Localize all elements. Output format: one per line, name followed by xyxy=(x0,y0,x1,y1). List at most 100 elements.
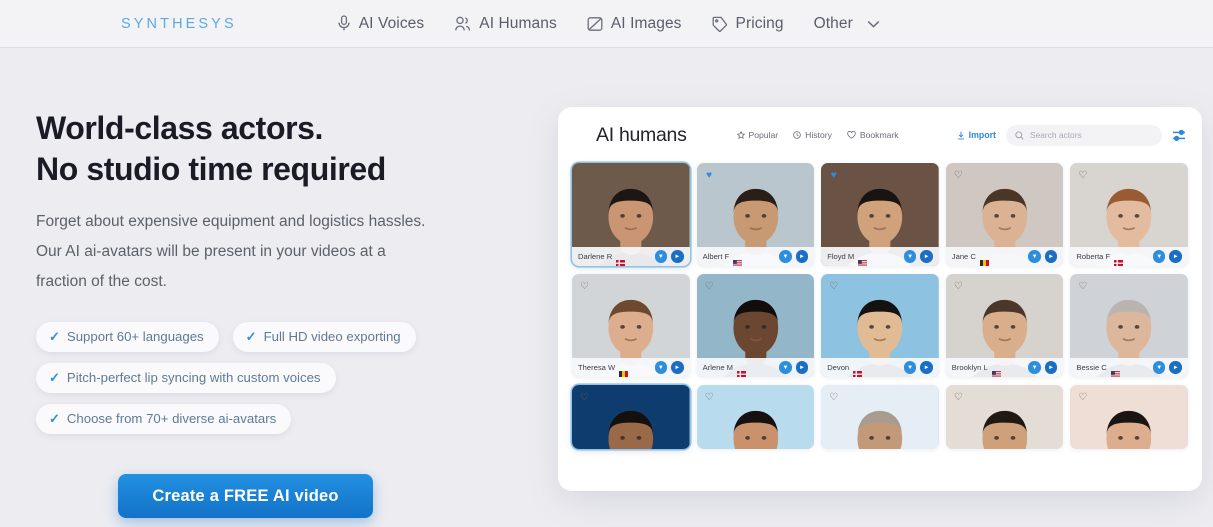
feature-pill: ✓ Support 60+ languages xyxy=(36,322,219,352)
tab-label: History xyxy=(805,130,832,140)
nav-item-ai-voices[interactable]: AI Voices xyxy=(337,15,425,33)
download-actor-button[interactable]: ▼ xyxy=(903,361,917,374)
play-actor-button[interactable]: ► xyxy=(795,250,809,263)
waveform-icon xyxy=(76,10,108,36)
flag-be-icon xyxy=(979,259,989,266)
download-actor-button[interactable]: ▼ xyxy=(1028,250,1041,263)
nav-label: AI Voices xyxy=(358,14,425,32)
clock-icon xyxy=(793,131,801,139)
favorite-heart-icon[interactable]: ♡ xyxy=(703,391,716,404)
actor-card[interactable]: ♡ Roberta F ▼ ► xyxy=(1070,163,1188,266)
favorite-heart-icon[interactable]: ♡ xyxy=(1076,280,1089,293)
download-actor-button[interactable]: ▼ xyxy=(1152,250,1166,263)
favorite-heart-icon[interactable]: ♡ xyxy=(827,280,840,293)
actor-card[interactable]: ♡ xyxy=(945,385,1064,449)
actor-card[interactable]: ♡ Darlene R ▼ ► xyxy=(572,163,690,266)
favorite-heart-icon[interactable]: ♡ xyxy=(952,280,965,293)
download-actor-button[interactable]: ▼ xyxy=(903,250,917,263)
people-icon xyxy=(455,16,471,30)
play-actor-button[interactable]: ► xyxy=(920,361,933,374)
actor-card-footer: Albert F ▼ ► xyxy=(696,247,815,266)
actor-name: Roberta F xyxy=(1076,252,1111,261)
favorite-heart-icon[interactable]: ♡ xyxy=(578,391,591,404)
download-actor-button[interactable]: ▼ xyxy=(779,250,792,263)
play-actor-button[interactable]: ► xyxy=(671,361,684,374)
search-actors-input[interactable]: Search actors xyxy=(1006,124,1162,146)
play-actor-button[interactable]: ► xyxy=(1044,361,1058,374)
nav-item-other[interactable]: Other xyxy=(814,15,880,33)
page-title: World-class actors. No studio time requi… xyxy=(36,108,506,190)
actor-card[interactable]: ♡ xyxy=(1070,385,1188,449)
actor-card-footer: Floyd M ▼ ► xyxy=(821,247,939,266)
actor-name: Albert F xyxy=(702,252,730,261)
heart-icon xyxy=(847,131,856,139)
actor-card[interactable]: ♡ xyxy=(821,385,939,449)
actor-card-buttons: ▼ ► xyxy=(654,361,684,374)
tab-popular[interactable]: Popular xyxy=(736,130,779,140)
tab-label: Bookmark xyxy=(859,130,899,140)
flag-us-icon xyxy=(1110,370,1120,377)
actor-card[interactable]: ♥ Albert F ▼ ► xyxy=(696,163,815,266)
download-actor-button[interactable]: ▼ xyxy=(654,250,668,263)
play-actor-button[interactable]: ► xyxy=(1169,250,1182,263)
actor-name: Bessie C xyxy=(1076,363,1107,372)
ai-humans-app-mockup: AI humans Popular History Bookmark Impor… xyxy=(558,107,1202,491)
actor-flag xyxy=(1110,364,1120,377)
actor-card[interactable]: ♡ Theresa W ▼ ► xyxy=(572,274,690,377)
favorite-heart-icon[interactable]: ♡ xyxy=(1076,169,1089,182)
favorite-heart-icon[interactable]: ♡ xyxy=(1076,391,1089,404)
actor-card-footer: Arlene M ▼ ► xyxy=(696,358,815,377)
image-icon xyxy=(587,16,603,31)
tab-label: Popular xyxy=(748,130,779,140)
favorite-heart-icon[interactable]: ♡ xyxy=(703,280,716,293)
play-actor-button[interactable]: ► xyxy=(795,361,809,374)
feature-pill-row: ✓ Choose from 70+ diverse ai-avatars xyxy=(36,404,506,434)
actor-card[interactable]: ♡ Bessie C ▼ ► xyxy=(1070,274,1188,377)
actor-card[interactable]: ♡ Brooklyn L ▼ ► xyxy=(945,274,1064,377)
download-actor-button[interactable]: ▼ xyxy=(779,361,792,374)
favorite-heart-icon[interactable]: ♡ xyxy=(952,169,965,182)
favorite-heart-icon[interactable]: ♡ xyxy=(578,169,591,182)
search-placeholder: Search actors xyxy=(1030,130,1082,140)
hero-section: World-class actors. No studio time requi… xyxy=(36,108,506,297)
actor-card-footer: Brooklyn L ▼ ► xyxy=(945,358,1064,377)
headline-line-2: No studio time required xyxy=(36,151,386,187)
import-button[interactable]: Import xyxy=(957,130,996,140)
favorite-heart-icon[interactable]: ♡ xyxy=(827,391,840,404)
favorite-heart-icon[interactable]: ♥ xyxy=(827,169,840,182)
mockup-title: AI humans xyxy=(596,123,687,146)
actor-card[interactable]: ♡ xyxy=(696,385,815,449)
actor-card[interactable]: ♡ Arlene M ▼ ► xyxy=(696,274,815,377)
favorite-heart-icon[interactable]: ♡ xyxy=(578,280,591,293)
play-actor-button[interactable]: ► xyxy=(920,250,933,263)
actor-flag xyxy=(736,364,746,377)
brand-logo[interactable]: SYNTHESYS xyxy=(76,10,237,37)
download-actor-button[interactable]: ▼ xyxy=(1152,361,1166,374)
play-actor-button[interactable]: ► xyxy=(671,250,684,263)
flag-dk-icon xyxy=(616,259,626,266)
actor-flag xyxy=(858,253,868,266)
actor-flag xyxy=(733,253,743,266)
favorite-heart-icon[interactable]: ♥ xyxy=(703,169,716,182)
actor-card-buttons: ▼ ► xyxy=(1152,250,1182,263)
nav-item-ai-humans[interactable]: AI Humans xyxy=(454,15,557,33)
tab-bookmark[interactable]: Bookmark xyxy=(847,130,899,140)
actor-card[interactable]: ♡ Jane C ▼ ► xyxy=(945,163,1064,266)
tab-history[interactable]: History xyxy=(793,130,832,140)
actor-name: Brooklyn L xyxy=(951,363,988,372)
nav-item-ai-images[interactable]: AI Images xyxy=(587,15,682,33)
play-actor-button[interactable]: ► xyxy=(1044,250,1058,263)
nav-item-pricing[interactable]: Pricing xyxy=(712,15,784,33)
actor-card[interactable]: ♡ xyxy=(572,385,690,449)
nav-label: Pricing xyxy=(735,14,784,32)
download-actor-button[interactable]: ▼ xyxy=(1028,361,1041,374)
favorite-heart-icon[interactable]: ♡ xyxy=(952,391,965,404)
actor-name: Devon xyxy=(827,363,850,372)
actor-card[interactable]: ♡ Devon ▼ ► xyxy=(821,274,939,377)
download-icon xyxy=(957,131,964,139)
actor-card[interactable]: ♥ Floyd M ▼ ► xyxy=(821,163,939,266)
create-free-ai-video-button[interactable]: Create a FREE AI video xyxy=(118,474,373,518)
download-actor-button[interactable]: ▼ xyxy=(654,361,668,374)
play-actor-button[interactable]: ► xyxy=(1169,361,1182,374)
sliders-icon[interactable] xyxy=(1172,129,1186,142)
